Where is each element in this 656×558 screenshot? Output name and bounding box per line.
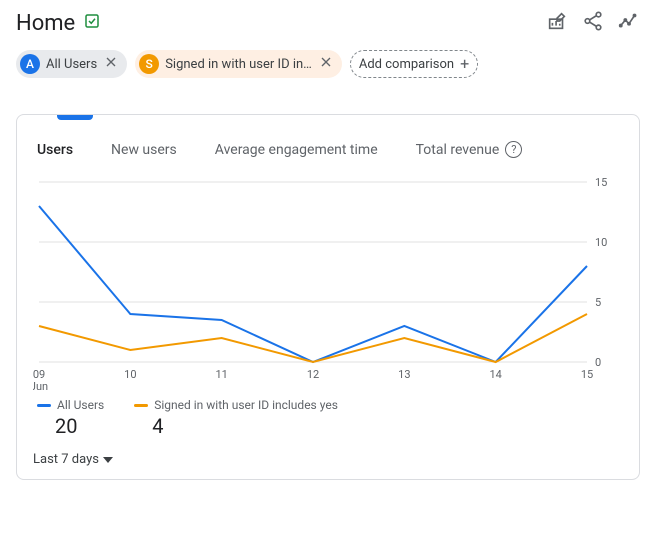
legend-item-b: Signed in with user ID includes yes 4: [134, 398, 338, 438]
insights-icon[interactable]: [618, 10, 640, 36]
metrics-card: Users New users Average engagement time …: [16, 114, 640, 480]
svg-text:Jun: Jun: [33, 380, 48, 392]
plus-icon: +: [460, 56, 469, 72]
legend-value-b: 4: [134, 414, 338, 438]
legend-label-a: All Users: [57, 398, 104, 412]
comparison-chip-b[interactable]: S Signed in with user ID in…: [135, 50, 342, 78]
add-comparison-label: Add comparison: [359, 57, 454, 72]
legend-item-a: All Users 20: [37, 398, 104, 438]
customize-icon[interactable]: [546, 10, 568, 36]
svg-text:15: 15: [595, 176, 607, 189]
legend-swatch-a: [37, 404, 51, 407]
svg-text:12: 12: [307, 368, 319, 381]
chip-label-a: All Users: [46, 57, 97, 72]
svg-text:15: 15: [581, 368, 593, 381]
chevron-down-icon: [103, 452, 113, 467]
tab-avg-engagement[interactable]: Average engagement time: [215, 141, 378, 158]
page-title: Home: [16, 11, 75, 36]
close-icon[interactable]: [318, 54, 334, 74]
active-tab-indicator: [57, 115, 93, 120]
svg-text:5: 5: [595, 296, 601, 309]
chart-legend: All Users 20 Signed in with user ID incl…: [33, 392, 623, 446]
tab-total-revenue-label: Total revenue: [416, 142, 500, 158]
line-chart: 05101509101112131415Jun: [33, 172, 623, 392]
legend-swatch-b: [134, 404, 148, 407]
chip-badge-a: A: [20, 54, 40, 74]
tab-new-users[interactable]: New users: [111, 141, 177, 158]
svg-text:14: 14: [489, 368, 501, 381]
chip-label-b: Signed in with user ID in…: [165, 57, 312, 72]
svg-text:11: 11: [215, 368, 227, 381]
comparison-chip-a[interactable]: A All Users: [16, 50, 127, 78]
tab-total-revenue[interactable]: Total revenue ?: [416, 141, 523, 158]
close-icon[interactable]: [103, 54, 119, 74]
date-range-label: Last 7 days: [33, 452, 99, 467]
share-icon[interactable]: [582, 10, 604, 36]
verified-icon: [83, 12, 101, 34]
svg-text:13: 13: [398, 368, 410, 381]
date-range-picker[interactable]: Last 7 days: [33, 446, 113, 467]
help-icon[interactable]: ?: [505, 141, 522, 158]
tab-users[interactable]: Users: [37, 141, 73, 158]
svg-text:10: 10: [595, 236, 607, 249]
svg-text:0: 0: [595, 356, 601, 369]
add-comparison-button[interactable]: Add comparison +: [350, 50, 478, 78]
svg-text:10: 10: [124, 368, 136, 381]
legend-value-a: 20: [37, 414, 104, 438]
legend-label-b: Signed in with user ID includes yes: [154, 398, 338, 412]
chip-badge-b: S: [139, 54, 159, 74]
